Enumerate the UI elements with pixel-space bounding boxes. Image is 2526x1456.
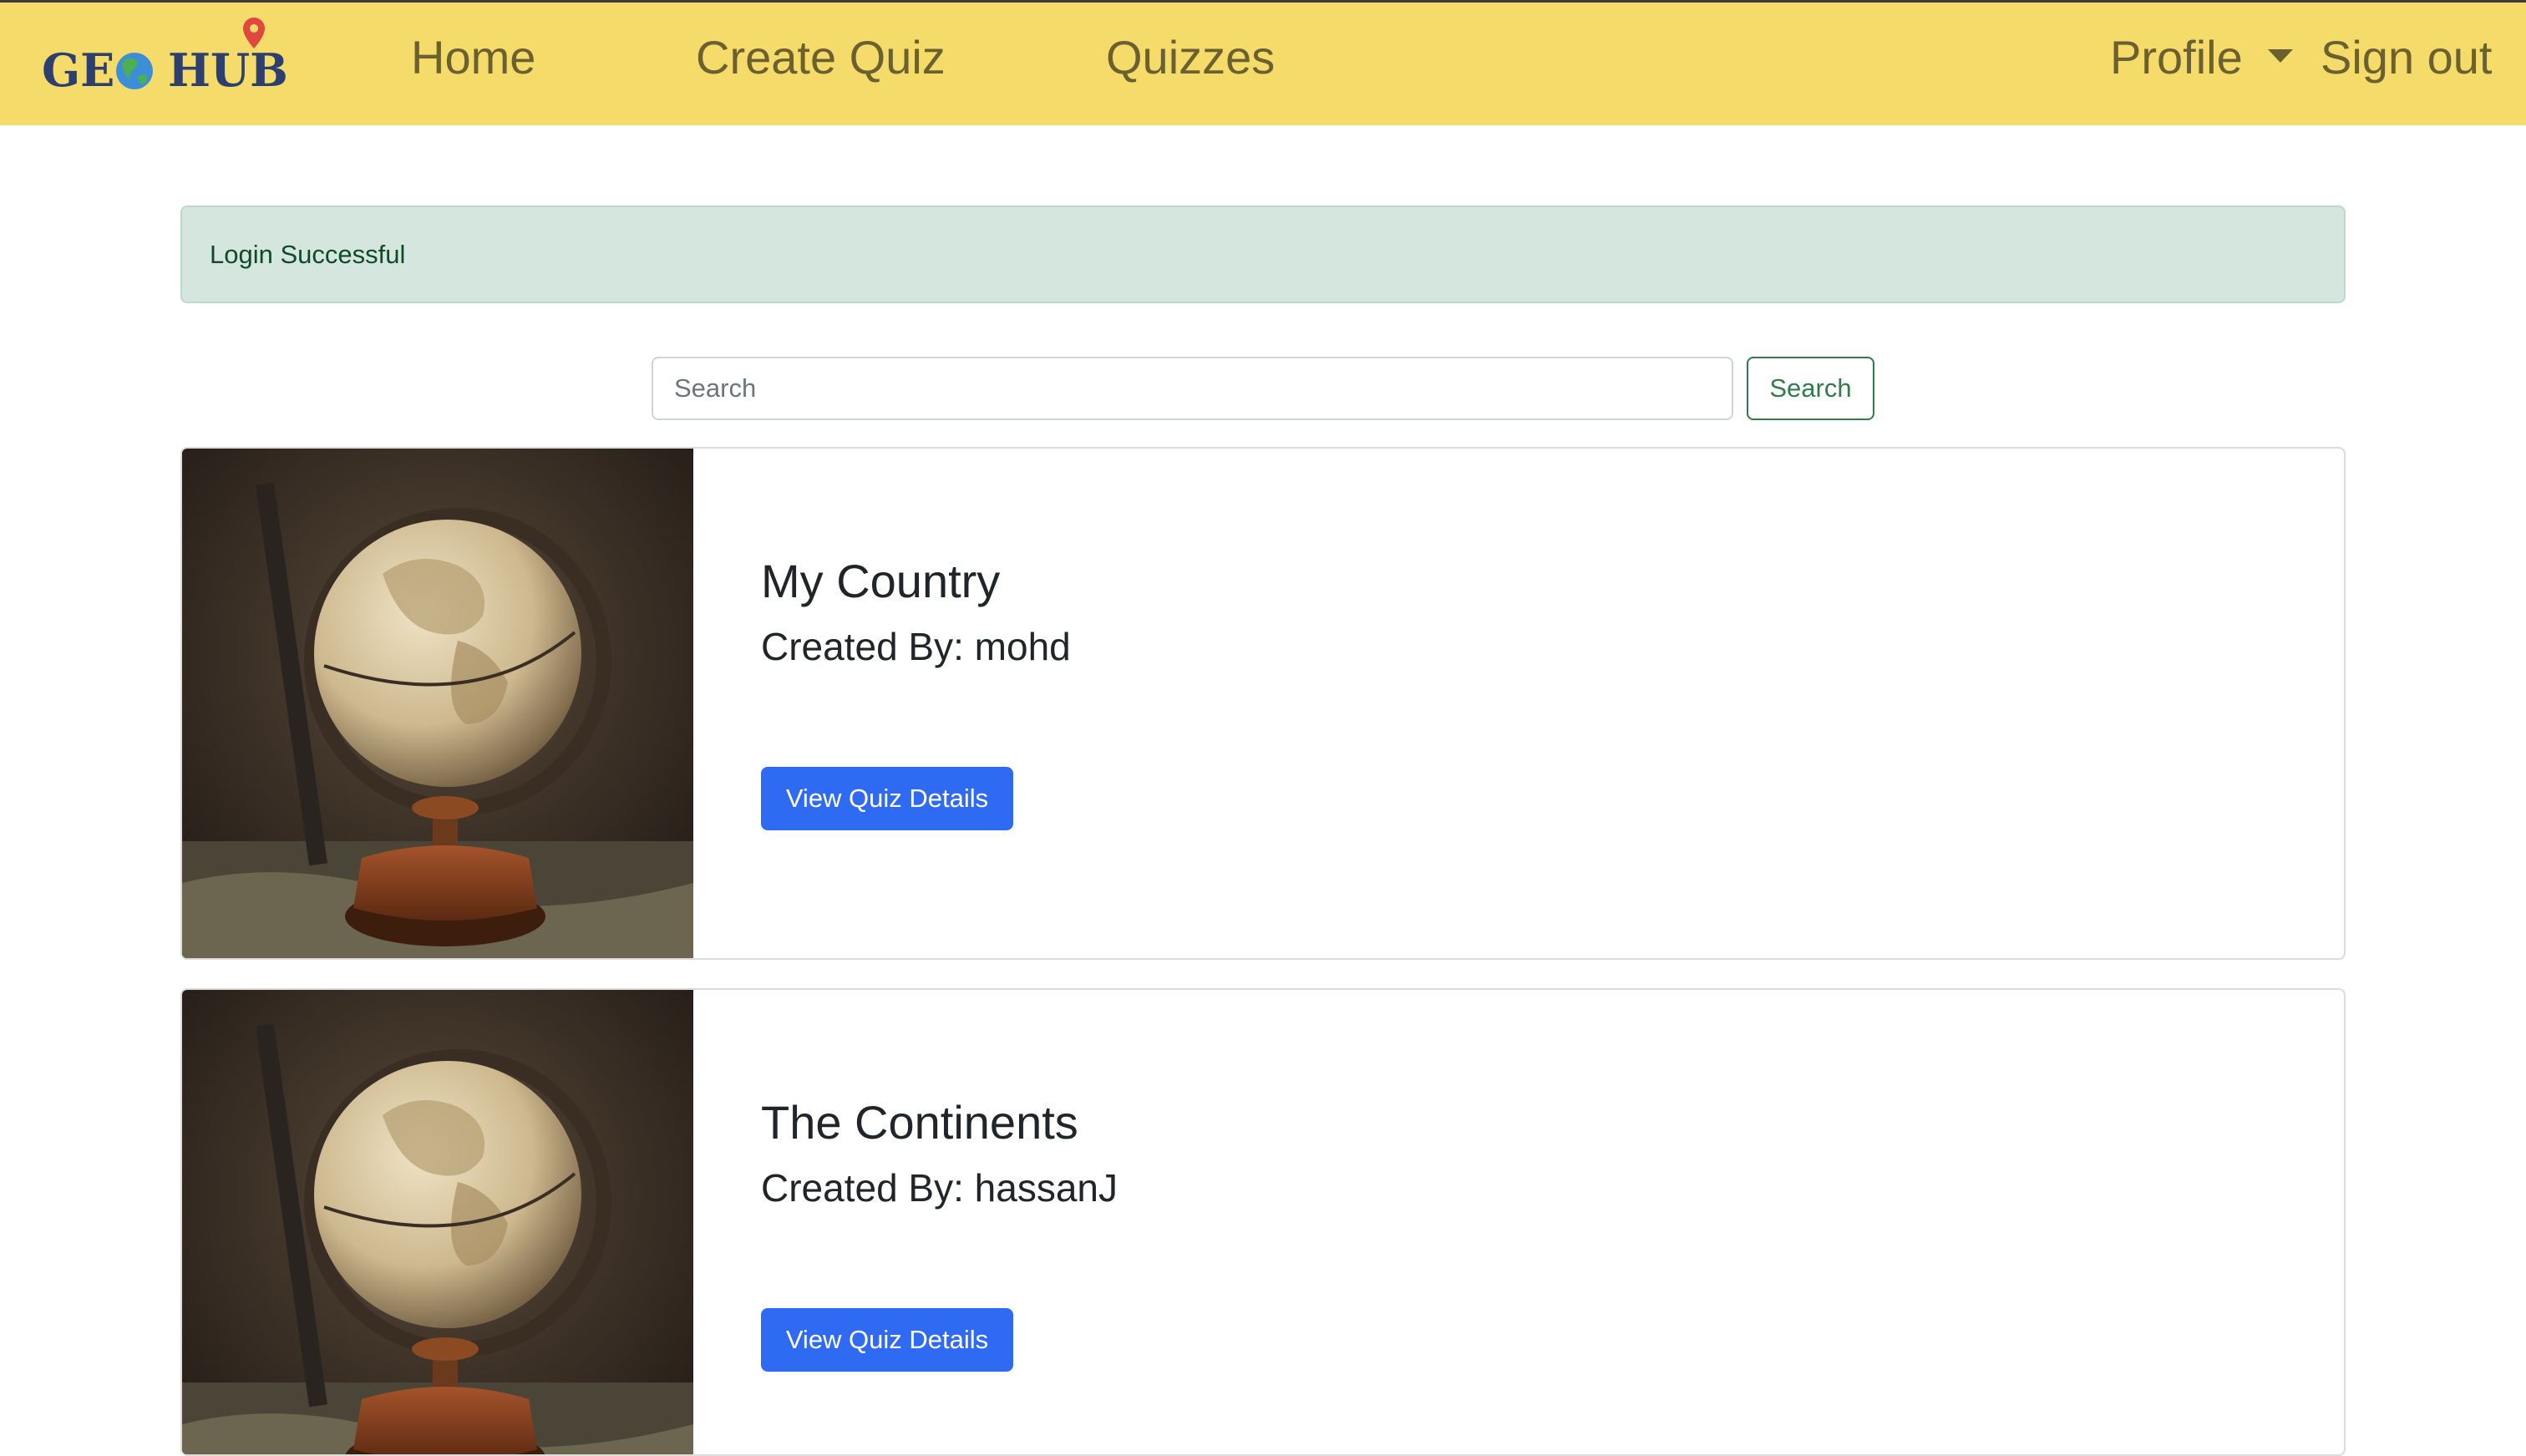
globe-image bbox=[182, 990, 693, 1454]
quiz-title: My Country bbox=[761, 555, 1001, 607]
svg-text:HUB: HUB bbox=[168, 43, 288, 97]
quiz-author: Created By: mohd bbox=[761, 625, 1071, 668]
globe-image-icon bbox=[182, 990, 693, 1454]
view-quiz-details-button[interactable]: View Quiz Details bbox=[761, 1308, 1013, 1372]
search-button[interactable]: Search bbox=[1747, 357, 1874, 420]
profile-dropdown[interactable]: Profile bbox=[2110, 28, 2243, 87]
globe-image-icon bbox=[182, 449, 693, 958]
nav-link-create-quiz[interactable]: Create Quiz bbox=[696, 28, 946, 87]
logo-icon: GE HUB bbox=[42, 18, 288, 97]
nav-link-quizzes[interactable]: Quizzes bbox=[1106, 28, 1275, 87]
search-input[interactable] bbox=[652, 357, 1733, 420]
chevron-down-icon[interactable] bbox=[2268, 49, 2293, 63]
quiz-card: My Country Created By: mohd View Quiz De… bbox=[180, 447, 2346, 960]
quiz-author: Created By: hassanJ bbox=[761, 1166, 1118, 1210]
svg-text:GE: GE bbox=[42, 43, 114, 97]
globe-image bbox=[182, 449, 693, 958]
quiz-card: The Continents Created By: hassanJ View … bbox=[180, 988, 2346, 1456]
quiz-title: The Continents bbox=[761, 1096, 1078, 1149]
login-success-alert: Login Successful bbox=[180, 205, 2346, 303]
nav-link-home[interactable]: Home bbox=[411, 28, 535, 87]
view-quiz-details-button[interactable]: View Quiz Details bbox=[761, 767, 1013, 830]
geohub-logo[interactable]: GE HUB bbox=[38, 11, 289, 111]
top-navbar: GE HUB Home Create Quiz Quizzes Profile … bbox=[0, 0, 2526, 125]
sign-out-link[interactable]: Sign out bbox=[2321, 28, 2493, 87]
